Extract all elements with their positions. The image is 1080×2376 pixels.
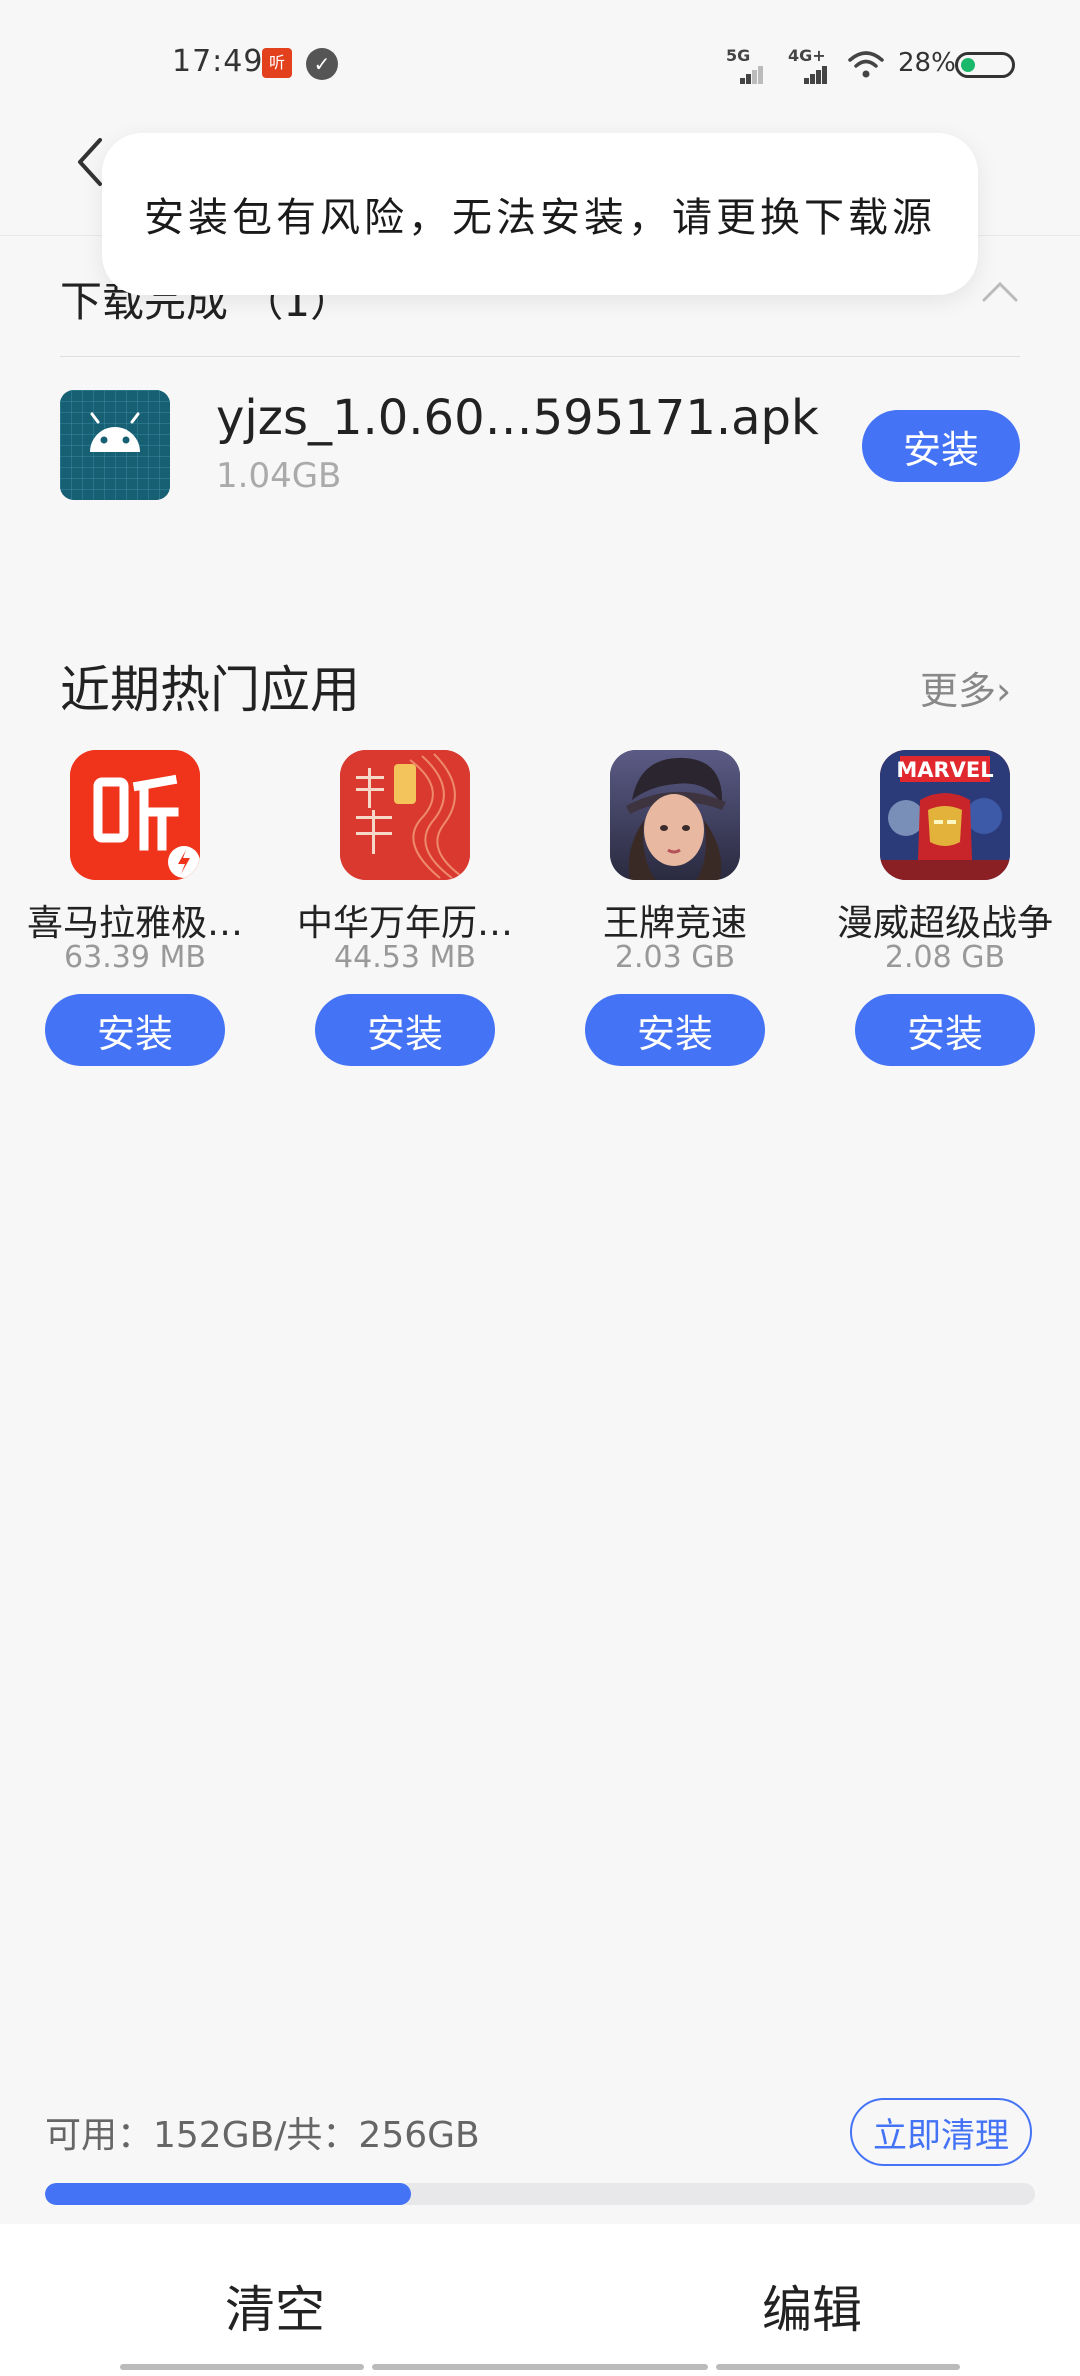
signal-4g-icon: 4G+ [788, 46, 834, 84]
nav-indicator-right [716, 2364, 960, 2370]
hot-apps-title: 近期热门应用 [60, 661, 360, 719]
hot-app-card[interactable]: 喜马拉雅极… 63.39 MB 安装 [10, 750, 260, 1090]
android-icon [60, 390, 170, 500]
hot-app-size: 2.03 GB [614, 940, 736, 975]
signal-4g-label: 4G+ [788, 46, 826, 65]
risk-toast: 安装包有风险，无法安装，请更换下载源 [102, 133, 978, 295]
hot-app-name: 漫威超级战争 [836, 903, 1053, 944]
chevron-right-icon: › [996, 669, 1012, 713]
ximalaya-notification-icon: 听 [262, 48, 292, 78]
chevron-up-icon[interactable] [980, 280, 1020, 304]
more-link[interactable]: 更多› [920, 660, 1011, 715]
battery-icon [955, 52, 1015, 78]
wifi-icon [848, 51, 884, 78]
check-icon: ✓ [306, 48, 338, 80]
ximalaya-app-icon [70, 750, 200, 880]
racing-game-icon [610, 750, 740, 880]
hot-app-name: 喜马拉雅极… [26, 903, 243, 944]
hot-app-size: 63.39 MB [64, 940, 206, 975]
storage-info: 可用：152GB/共：256GB [45, 2115, 480, 2156]
clean-now-button[interactable]: 立即清理 [850, 2098, 1032, 2166]
svg-text:MARVEL: MARVEL [896, 758, 993, 782]
hot-app-install-button[interactable]: 安装 [585, 994, 765, 1066]
hot-app-name: 中华万年历… [296, 903, 513, 944]
hot-app-name: 王牌竞速 [602, 903, 747, 944]
hot-app-install-button[interactable]: 安装 [855, 994, 1035, 1066]
edit-button[interactable]: 编辑 [762, 2270, 862, 2342]
hot-app-size: 2.08 GB [884, 940, 1006, 975]
hot-app-install-button[interactable]: 安装 [315, 994, 495, 1066]
download-file-size: 1.04GB [216, 456, 342, 496]
more-label: 更多 [920, 669, 997, 713]
clear-button[interactable]: 清空 [225, 2270, 325, 2342]
hot-app-card[interactable]: 王牌竞速 2.03 GB 安装 [550, 750, 800, 1090]
download-install-button[interactable]: 安装 [862, 410, 1020, 482]
hot-app-size: 44.53 MB [334, 940, 476, 975]
nav-indicator-center [372, 2364, 708, 2370]
hot-app-card[interactable]: 中华万年历… 44.53 MB 安装 [280, 750, 530, 1090]
signal-5g-label: 5G [726, 46, 751, 65]
bottom-action-bar [0, 2224, 1080, 2376]
storage-progress-bar [45, 2183, 1035, 2205]
section-divider [60, 356, 1020, 357]
signal-5g-icon: 5G [726, 46, 763, 84]
storage-progress-fill [45, 2183, 412, 2205]
hot-app-install-button[interactable]: 安装 [45, 994, 225, 1066]
marvel-game-icon: MARVEL [880, 750, 1010, 880]
calendar-app-icon [340, 750, 470, 880]
nav-indicator-left [120, 2364, 364, 2370]
battery-percent: 28% [898, 48, 956, 78]
hot-app-card[interactable]: MARVEL 漫威超级战争 2.08 GB 安装 [820, 750, 1070, 1090]
download-file-name: yjzs_1.0.60…595171.apk [216, 390, 819, 446]
status-time: 17:49 [172, 44, 264, 79]
toast-message: 安装包有风险，无法安装，请更换下载源 [144, 195, 936, 241]
